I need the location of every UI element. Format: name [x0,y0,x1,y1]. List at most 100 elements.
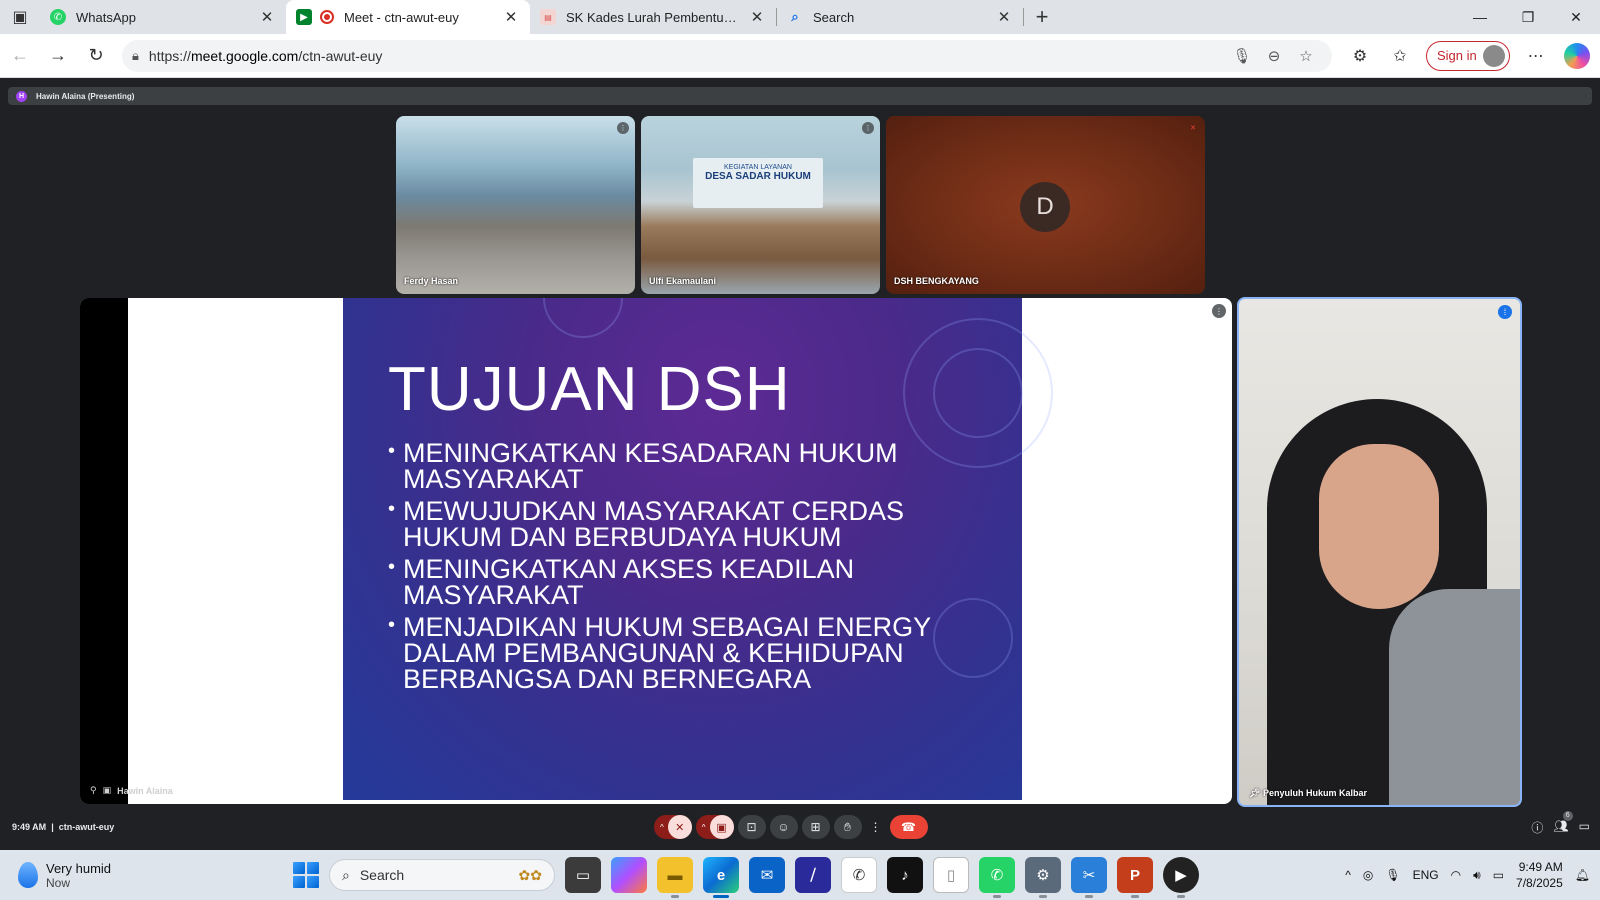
chevron-up-icon[interactable]: ^ [1345,868,1351,882]
close-tab-icon[interactable]: ✕ [258,8,276,26]
participant-tile[interactable]: ⋮ Ferdy Hasan [396,116,635,294]
slide-bullet: MENINGKATKAN KESADARAN HUKUM MASYARAKAT [388,438,988,493]
language-indicator[interactable]: ENG [1413,868,1439,882]
tab-whatsapp[interactable]: ✆ WhatsApp ✕ [40,0,286,34]
search-icon: ⌕ [791,9,799,24]
task-view-icon[interactable]: ▭ [565,857,601,893]
whiteboard-icon[interactable]: ⧸ [795,857,831,893]
copilot-icon[interactable] [1563,42,1590,69]
meet-content: H Hawin Alaina (Presenting) ⋮ Ferdy Hasa… [0,78,1600,850]
slide-decoration [543,298,623,338]
edge-icon[interactable]: e [703,857,739,898]
leave-call-button[interactable]: ☎︎ [889,815,928,839]
presenter-bar: H Hawin Alaina (Presenting) [8,87,1592,105]
tab-search[interactable]: ⌕ Search ✕ [777,0,1023,34]
wifi-icon[interactable]: ◠ [1451,868,1461,882]
notifications-icon[interactable]: 🔔︎ [1575,868,1590,882]
more-options-button[interactable]: ⋮ [866,815,886,839]
extensions-icon[interactable]: ⚙︎ [1340,38,1380,74]
captions-button[interactable]: ⊡ [737,815,766,839]
minimize-button[interactable]: — [1456,0,1504,34]
present-button[interactable]: ⊞ [801,815,830,839]
microphone-icon[interactable]: 🎙︎ [1226,40,1258,72]
whatsapp-app-icon[interactable]: ✆ [979,857,1015,898]
file-explorer-icon[interactable]: ▬ [657,857,693,898]
media-player-icon[interactable]: ▶ [1163,857,1199,898]
taskbar-search[interactable]: ⌕ Search ✿✿ [329,859,555,891]
tile-options-icon[interactable]: ⋮ [617,122,629,134]
favorites-icon[interactable]: ✩ [1380,38,1420,74]
site-info-icon[interactable]: 🔒︎ [132,48,139,64]
snipping-tool-icon[interactable]: ✂ [1071,857,1107,898]
reload-button[interactable]: ↻ [78,38,114,74]
volume-icon[interactable]: 🔊︎ [1473,868,1481,883]
call-controls: ^ ✕ ^ ▣ ⊡ ☺ ⊞ ✋︎ ⋮ ☎︎ [654,815,928,839]
stage-letterbox [80,298,128,804]
url-text[interactable]: https://meet.google.com/ctn-awut-euy [149,48,1226,64]
forward-button[interactable]: → [40,38,76,74]
whatsapp-icon: ✆ [50,9,66,25]
more-vert-icon: ⋮ [869,820,882,834]
microphone-tray-icon[interactable]: 🎙︎ [1385,868,1400,882]
tiktok-icon[interactable]: ♪ [887,857,923,893]
copilot-app-icon[interactable] [611,857,647,893]
whatsapp-app-icon[interactable]: ✆ [841,857,877,893]
tile-options-icon[interactable]: ⋮ [862,122,874,134]
tab-meet[interactable]: ▶ Meet - ctn-awut-euy ✕ [286,0,530,34]
close-tab-icon[interactable]: ✕ [995,8,1013,26]
present-screen-icon: ▣ [102,785,112,795]
favorite-star-icon[interactable]: ☆ [1290,40,1322,72]
close-tab-icon[interactable]: ✕ [748,8,766,26]
battery-icon[interactable]: ▭ [1493,868,1504,882]
meeting-details-icon[interactable]: ⓘ [1531,819,1543,836]
meeting-code: ctn-awut-euy [58,822,115,832]
sidebar-toggle-icon: ▣ [12,9,28,26]
weather-widget[interactable]: Very humid Now [18,861,111,890]
more-menu-icon[interactable]: ⋯ [1516,38,1556,74]
speaker-face [1319,444,1439,609]
tab-pdf[interactable]: ▤ SK Kades Lurah Pembentukan Pos ✕ [530,0,776,34]
camera-off-icon[interactable]: ▣ [709,815,734,839]
stage-options-icon[interactable]: ⋮ [1212,304,1226,318]
microphone-control[interactable]: ^ ✕ [654,815,692,839]
chevron-up-icon[interactable]: ^ [660,823,664,832]
outlook-icon[interactable]: ✉ [749,857,785,893]
system-clock[interactable]: 9:49 AM 7/8/2025 [1516,859,1563,891]
close-window-button[interactable]: ✕ [1552,0,1600,34]
back-button[interactable]: ← [2,38,38,74]
humidity-icon [18,862,38,888]
taskbar-search-label: Search [359,867,405,883]
chevron-up-icon[interactable]: ^ [702,823,706,832]
tab-title: SK Kades Lurah Pembentukan Pos [566,9,742,25]
security-icon[interactable]: ◎ [1363,868,1373,882]
speaker-tile[interactable]: ⁞ 📌︎ Penyuluh Hukum Kalbar [1237,297,1522,807]
url-scheme: https:// [148,47,191,64]
chat-icon[interactable]: ▭ [1579,819,1590,836]
speaking-indicator-icon: ⁞ [1498,305,1512,319]
sign-in-button[interactable]: Sign in [1426,40,1510,71]
participant-tile[interactable]: ✕ D DSH BENGKAYANG [886,116,1205,294]
search-icon: ⌕ [342,866,350,883]
raise-hand-button[interactable]: ✋︎ [833,815,862,839]
settings-icon[interactable]: ⚙ [1025,857,1061,898]
document-icon[interactable]: ▯ [933,857,969,893]
participant-tile[interactable]: KEGIATAN LAYANAN DESA SADAR HUKUM ⋮ Ulfi… [641,116,880,294]
mic-off-icon[interactable]: ✕ [667,815,692,839]
start-button[interactable] [293,862,319,888]
new-tab-button[interactable]: + [1024,0,1060,34]
tab-actions-button[interactable]: ▣ [0,0,40,34]
sign-in-label: Sign in [1437,48,1477,63]
meet-side-controls: ⓘ 👥︎ 6 ▭ [1531,810,1590,836]
presentation-slide: TUJUAN DSH MENINGKATKAN KESADARAN HUKUM … [343,298,1053,800]
camera-control[interactable]: ^ ▣ [695,815,734,839]
close-tab-icon[interactable]: ✕ [502,8,520,26]
powerpoint-icon[interactable]: P [1117,857,1153,898]
restore-button[interactable]: ❐ [1504,0,1552,34]
people-button[interactable]: 👥︎ 6 [1553,810,1573,836]
zoom-out-icon[interactable]: ⊖ [1258,40,1290,72]
reactions-button[interactable]: ☺ [769,815,798,839]
slide-bullet: MENINGKATKAN AKSES KEADILAN MASYARAKAT [388,554,988,609]
arrow-right-icon: → [49,45,67,65]
address-bar[interactable]: 🔒︎ https://meet.google.com/ctn-awut-euy … [122,39,1332,72]
presentation-stage[interactable]: TUJUAN DSH MENINGKATKAN KESADARAN HUKUM … [80,298,1232,804]
